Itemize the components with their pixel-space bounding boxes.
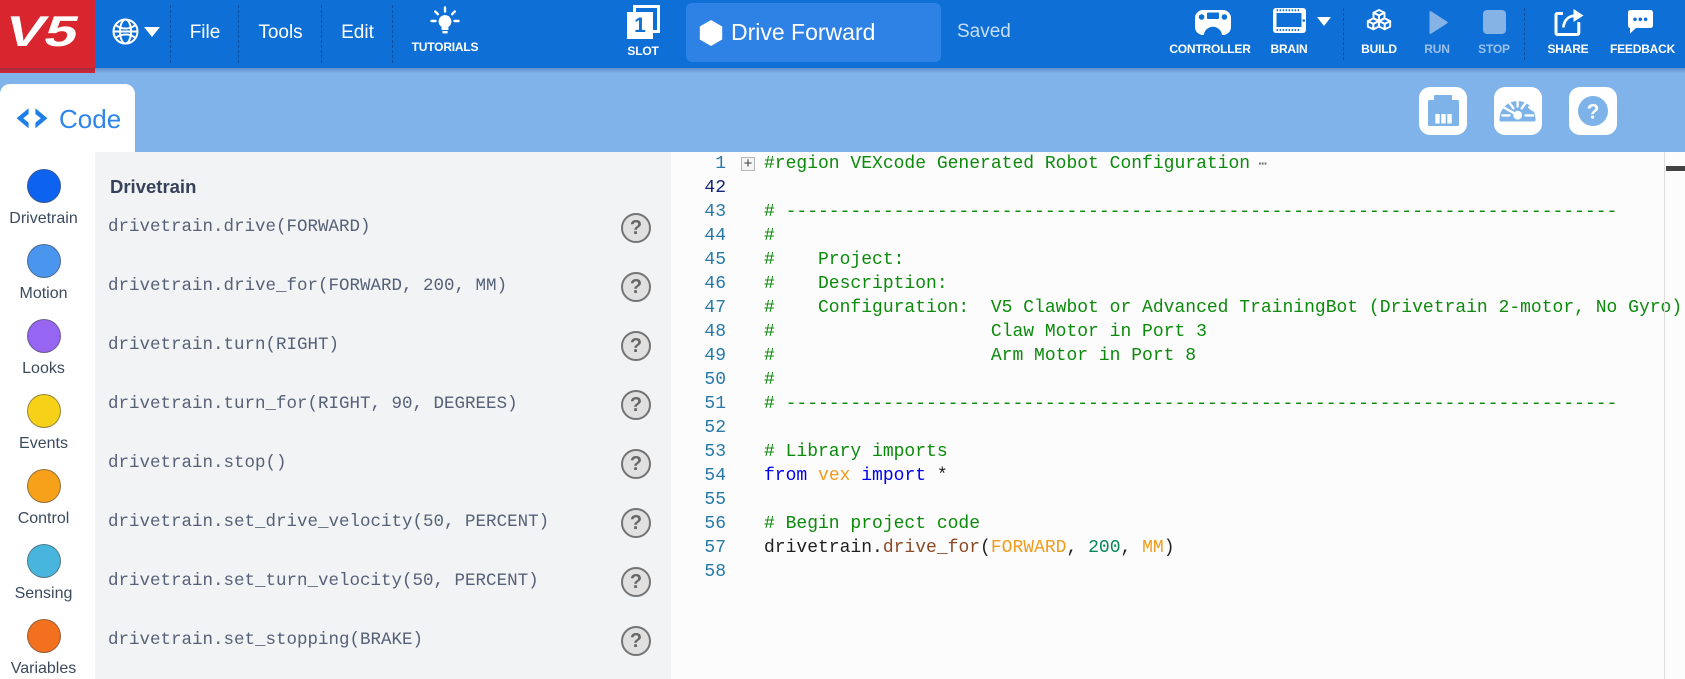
svg-text:V5: V5: [2, 10, 82, 52]
svg-text:?: ?: [1587, 101, 1600, 124]
